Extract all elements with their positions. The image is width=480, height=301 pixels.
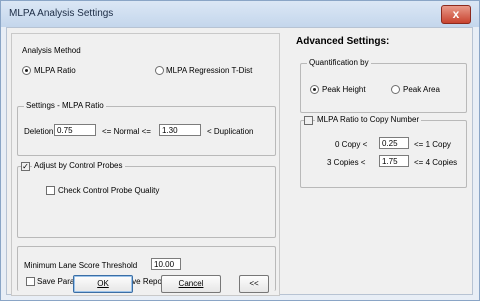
cancel-button[interactable]: Cancel	[161, 275, 221, 293]
mlpa-ratio-label[interactable]: MLPA Ratio	[34, 66, 76, 75]
mlpa-ratio-radio[interactable]	[22, 66, 31, 75]
copy-number-label[interactable]: MLPA Ratio to Copy Number	[315, 115, 422, 124]
advanced-settings-panel: Advanced Settings: Quantification by Pea…	[285, 33, 470, 294]
control-probes-group: ✓ Adjust by Control Probes Check Control…	[17, 161, 276, 238]
collapse-advanced-button[interactable]: <<	[239, 275, 269, 293]
adjust-control-probes-checkbox[interactable]: ✓	[21, 162, 30, 171]
zero-copy-label: 0 Copy <	[335, 140, 368, 149]
three-copies-label: 3 Copies <	[327, 158, 366, 167]
three-copies-threshold-input[interactable]: 1.75	[379, 155, 409, 167]
quantification-label: Quantification by	[307, 58, 371, 67]
ok-button[interactable]: OK	[73, 275, 133, 293]
duplication-label: < Duplication	[207, 127, 254, 136]
one-copy-label: <= 1 Copy	[414, 140, 451, 149]
peak-height-label[interactable]: Peak Height	[322, 85, 366, 94]
lane-score-group: Minimum Lane Score Threshold 10.00 Save …	[17, 246, 276, 291]
analysis-method-group: Analysis Method MLPA Ratio MLPA Regressi…	[12, 40, 277, 92]
four-copies-label: <= 4 Copies	[414, 158, 458, 167]
cancel-button-label: Cancel	[178, 279, 204, 288]
adjust-control-probes-label[interactable]: Adjust by Control Probes	[32, 161, 125, 170]
check-probe-quality-checkbox[interactable]	[46, 186, 55, 195]
duplication-threshold-input[interactable]: 1.30	[159, 124, 201, 136]
peak-area-radio[interactable]	[391, 85, 400, 94]
mlpa-regression-radio[interactable]	[155, 66, 164, 75]
advanced-settings-heading: Advanced Settings:	[296, 36, 390, 47]
min-lane-score-label: Minimum Lane Score Threshold	[24, 261, 138, 270]
ok-button-label: OK	[97, 279, 109, 288]
title-bar[interactable]: MLPA Analysis Settings x	[1, 1, 479, 27]
window-title: MLPA Analysis Settings	[9, 8, 114, 19]
main-settings-panel: Analysis Method MLPA Ratio MLPA Regressi…	[11, 33, 280, 296]
quantification-group: Quantification by Peak Height Peak Area	[300, 58, 467, 113]
check-probe-quality-label[interactable]: Check Control Probe Quality	[58, 186, 159, 195]
peak-area-label[interactable]: Peak Area	[403, 85, 440, 94]
close-button[interactable]: x	[441, 5, 471, 24]
zero-copy-threshold-input[interactable]: 0.25	[379, 137, 409, 149]
analysis-method-label: Analysis Method	[22, 46, 81, 55]
settings-mlpa-ratio-group: Settings - MLPA Ratio Deletion < 0.75 <=…	[17, 101, 276, 156]
mlpa-regression-label[interactable]: MLPA Regression T-Dist	[166, 66, 252, 75]
settings-mlpa-ratio-label: Settings - MLPA Ratio	[24, 101, 106, 110]
copy-number-checkbox[interactable]	[304, 116, 313, 125]
copy-number-group: MLPA Ratio to Copy Number 0 Copy < 0.25 …	[300, 115, 467, 188]
deletion-threshold-input[interactable]: 0.75	[54, 124, 96, 136]
min-lane-score-input[interactable]: 10.00	[151, 258, 181, 270]
save-params-checkbox[interactable]	[26, 277, 35, 286]
normal-range-label: <= Normal <=	[102, 127, 151, 136]
peak-height-radio[interactable]	[310, 85, 319, 94]
